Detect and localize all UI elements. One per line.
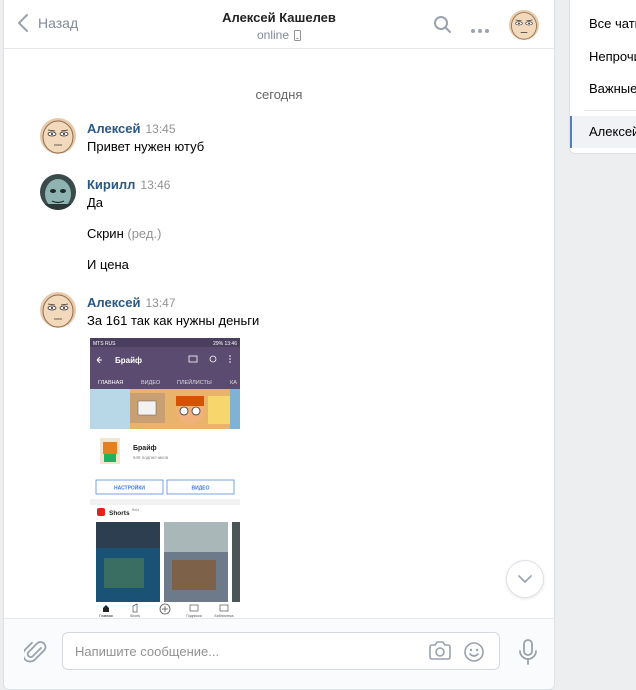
avatar-face-icon [509, 10, 539, 40]
message-composer [4, 618, 554, 689]
message-input[interactable] [75, 633, 415, 669]
search-button[interactable] [433, 15, 453, 38]
filter-unread[interactable]: Непрочитанные [589, 49, 636, 64]
chat-panel: Назад Алексей Кашелев online сегодня Але… [3, 0, 555, 690]
statusbar-right: 29% 13:46 [213, 341, 237, 347]
avatar-face-icon [40, 292, 76, 328]
mobile-icon [294, 29, 302, 41]
shorts-label: Shorts [109, 510, 130, 517]
right-panel: Все чаты Непрочитанные Важные Алексей [569, 0, 636, 154]
youtube-screenshot: MTS RUS 29% 13:46 Брайф ГЛАВНАЯ ВИДЕО ПЛ… [90, 338, 240, 618]
message-time[interactable]: 13:47 [146, 296, 176, 310]
microphone-icon [519, 639, 537, 665]
filter-important[interactable]: Важные [589, 81, 636, 96]
message-text: Скрин (ред.) [87, 226, 161, 241]
tab-label: ПЛЕЙЛИСТЫ [177, 378, 212, 386]
smile-icon [464, 642, 484, 662]
message-time[interactable]: 13:46 [140, 178, 170, 192]
active-chat-item[interactable]: Алексей [570, 116, 636, 148]
active-chat-label: Алексей [589, 124, 636, 139]
camera-button[interactable] [428, 641, 452, 664]
chevron-down-icon [518, 575, 532, 583]
message-header: Алексей 13:45 [87, 121, 176, 136]
photo-attachment[interactable]: MTS RUS 29% 13:46 Брайф ГЛАВНАЯ ВИДЕО ПЛ… [90, 338, 240, 618]
channel-name: Брайф [133, 444, 157, 452]
avatar-face-icon [40, 118, 76, 154]
message-text: Да [87, 195, 104, 210]
avatar[interactable] [40, 174, 76, 210]
message-time[interactable]: 13:45 [146, 122, 176, 136]
search-icon [434, 16, 451, 33]
divider [584, 110, 636, 111]
avatar[interactable] [40, 292, 76, 328]
date-separator: сегодня [255, 87, 303, 102]
camera-icon [429, 641, 451, 660]
filter-all-chats[interactable]: Все чаты [589, 16, 636, 31]
message-text: И цена [87, 257, 129, 272]
tab-label: КА [230, 380, 237, 386]
scroll-down-button[interactable] [506, 560, 544, 598]
voice-message-button[interactable] [518, 639, 538, 668]
emoji-button[interactable] [463, 641, 485, 666]
status-text: online [256, 28, 290, 42]
more-button[interactable] [470, 22, 490, 37]
edited-label: (ред.) [127, 226, 162, 241]
tab-label: ВИДЕО [141, 380, 161, 386]
message-input-box [62, 632, 500, 670]
message-text: За 161 так как нужны деньги [87, 313, 260, 328]
paperclip-icon [22, 641, 47, 663]
message-text: Привет нужен ютуб [87, 139, 205, 154]
video-label: ВИДЕО [192, 486, 210, 492]
author-name[interactable]: Кирилл [87, 177, 135, 192]
message-text-body: Скрин [87, 226, 124, 241]
chat-header: Назад Алексей Кашелев online [4, 0, 554, 49]
app-title: Брайф [115, 356, 142, 365]
avatar-photo-icon [40, 174, 76, 210]
message-header: Кирилл 13:46 [87, 177, 170, 192]
tab-label: ГЛАВНАЯ [98, 380, 123, 386]
author-name[interactable]: Алексей [87, 295, 141, 310]
more-icon [471, 29, 489, 33]
attach-button[interactable] [22, 639, 48, 668]
statusbar-left: MTS RUS [93, 341, 116, 347]
shorts-beta: Beta [132, 508, 139, 512]
avatar[interactable] [40, 118, 76, 154]
author-name[interactable]: Алексей [87, 121, 141, 136]
header-avatar[interactable] [509, 10, 539, 40]
settings-label: НАСТРОЙКИ [114, 484, 145, 492]
subscriber-count: 649 подписчиков [133, 455, 169, 460]
message-header: Алексей 13:47 [87, 295, 176, 310]
